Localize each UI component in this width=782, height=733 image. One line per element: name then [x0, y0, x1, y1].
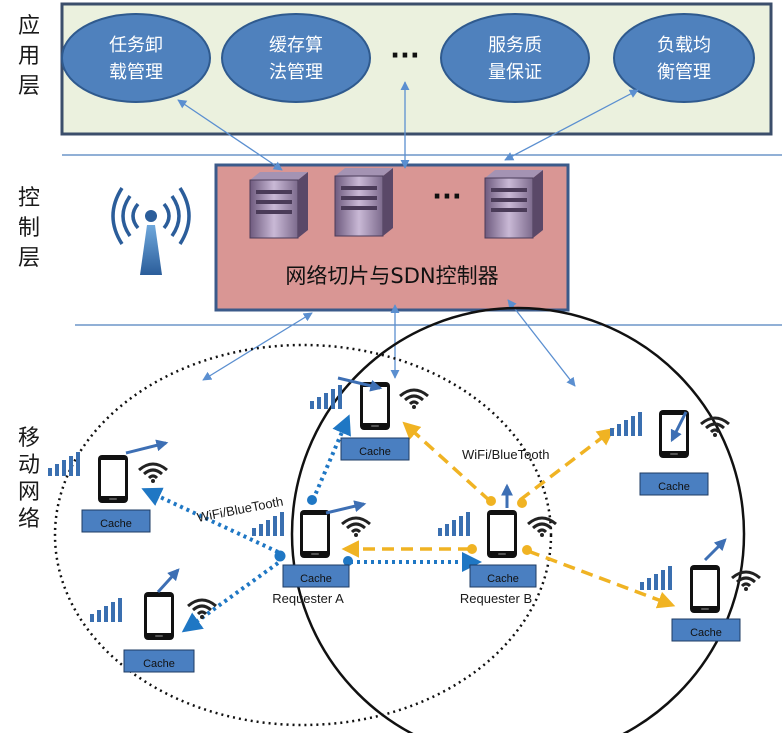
cache-label: Cache: [690, 627, 722, 639]
svg-text:负载均: 负载均: [657, 35, 711, 56]
wifi-bluetooth-label: WiFi/BlueTooth: [462, 447, 549, 462]
mobile-device: Cache: [48, 439, 169, 533]
cache-label: Cache: [300, 573, 332, 585]
svg-text:应: 应: [18, 14, 40, 39]
mobile-device: Cache: [610, 410, 731, 496]
service-load-balance: 负载均 衡管理: [613, 13, 755, 103]
app-ellipsis: ···: [390, 41, 420, 71]
mobile-layer-label: 移 动 网 络: [18, 426, 40, 532]
svg-text:层: 层: [18, 246, 40, 271]
server-icon: [334, 168, 393, 237]
mobile-device: Cache: [310, 376, 430, 461]
svg-text:任务卸: 任务卸: [109, 35, 163, 56]
cache-label: Cache: [359, 446, 391, 458]
requester-b-device: Cache Requester B: [438, 483, 558, 606]
requester-a-label: Requester A: [272, 591, 344, 606]
server-icon: [249, 172, 308, 239]
svg-text:层: 层: [18, 74, 40, 99]
coverage-area-b: [290, 306, 746, 733]
requester-b-label: Requester B: [460, 591, 532, 606]
svg-text:络: 络: [18, 507, 40, 532]
cache-label: Cache: [487, 573, 519, 585]
antenna-tower-icon: [111, 187, 191, 275]
svg-text:制: 制: [18, 216, 40, 241]
svg-text:用: 用: [18, 44, 40, 69]
svg-text:网: 网: [18, 480, 40, 505]
service-task-offload: 任务卸 载管理: [61, 13, 211, 103]
link-arrow: [202, 312, 313, 381]
application-layer-label: 应 用 层: [18, 14, 40, 99]
cache-label: Cache: [143, 658, 175, 670]
wifi-bluetooth-label: WiFi/BlueTooth: [196, 494, 285, 525]
requester-a-device: Cache Requester A: [252, 500, 372, 606]
svg-text:载管理: 载管理: [109, 62, 163, 83]
cache-label: Cache: [658, 481, 690, 493]
controller-label: 网络切片与SDN控制器: [285, 264, 498, 288]
architecture-diagram: 应 用 层 控 制 层 移 动 网 络 任务卸 载管理 缓存算 法管理 ··· …: [18, 2, 782, 733]
controller-ellipsis: ···: [432, 182, 462, 212]
svg-text:移: 移: [18, 426, 40, 451]
service-cache-algorithm: 缓存算 法管理: [221, 13, 371, 103]
svg-text:法管理: 法管理: [269, 62, 323, 83]
svg-text:量保证: 量保证: [488, 62, 542, 83]
cache-label: Cache: [100, 518, 132, 530]
svg-text:控: 控: [18, 186, 40, 211]
diagram-canvas: 应 用 层 控 制 层 移 动 网 络 任务卸 载管理 缓存算 法管理 ··· …: [0, 0, 782, 733]
svg-text:衡管理: 衡管理: [657, 62, 711, 83]
server-icon: [484, 170, 543, 239]
control-layer-label: 控 制 层: [18, 186, 40, 271]
svg-text:缓存算: 缓存算: [269, 35, 323, 56]
service-qos: 服务质 量保证: [440, 13, 590, 103]
svg-text:动: 动: [18, 453, 40, 478]
svg-text:服务质: 服务质: [488, 35, 542, 56]
